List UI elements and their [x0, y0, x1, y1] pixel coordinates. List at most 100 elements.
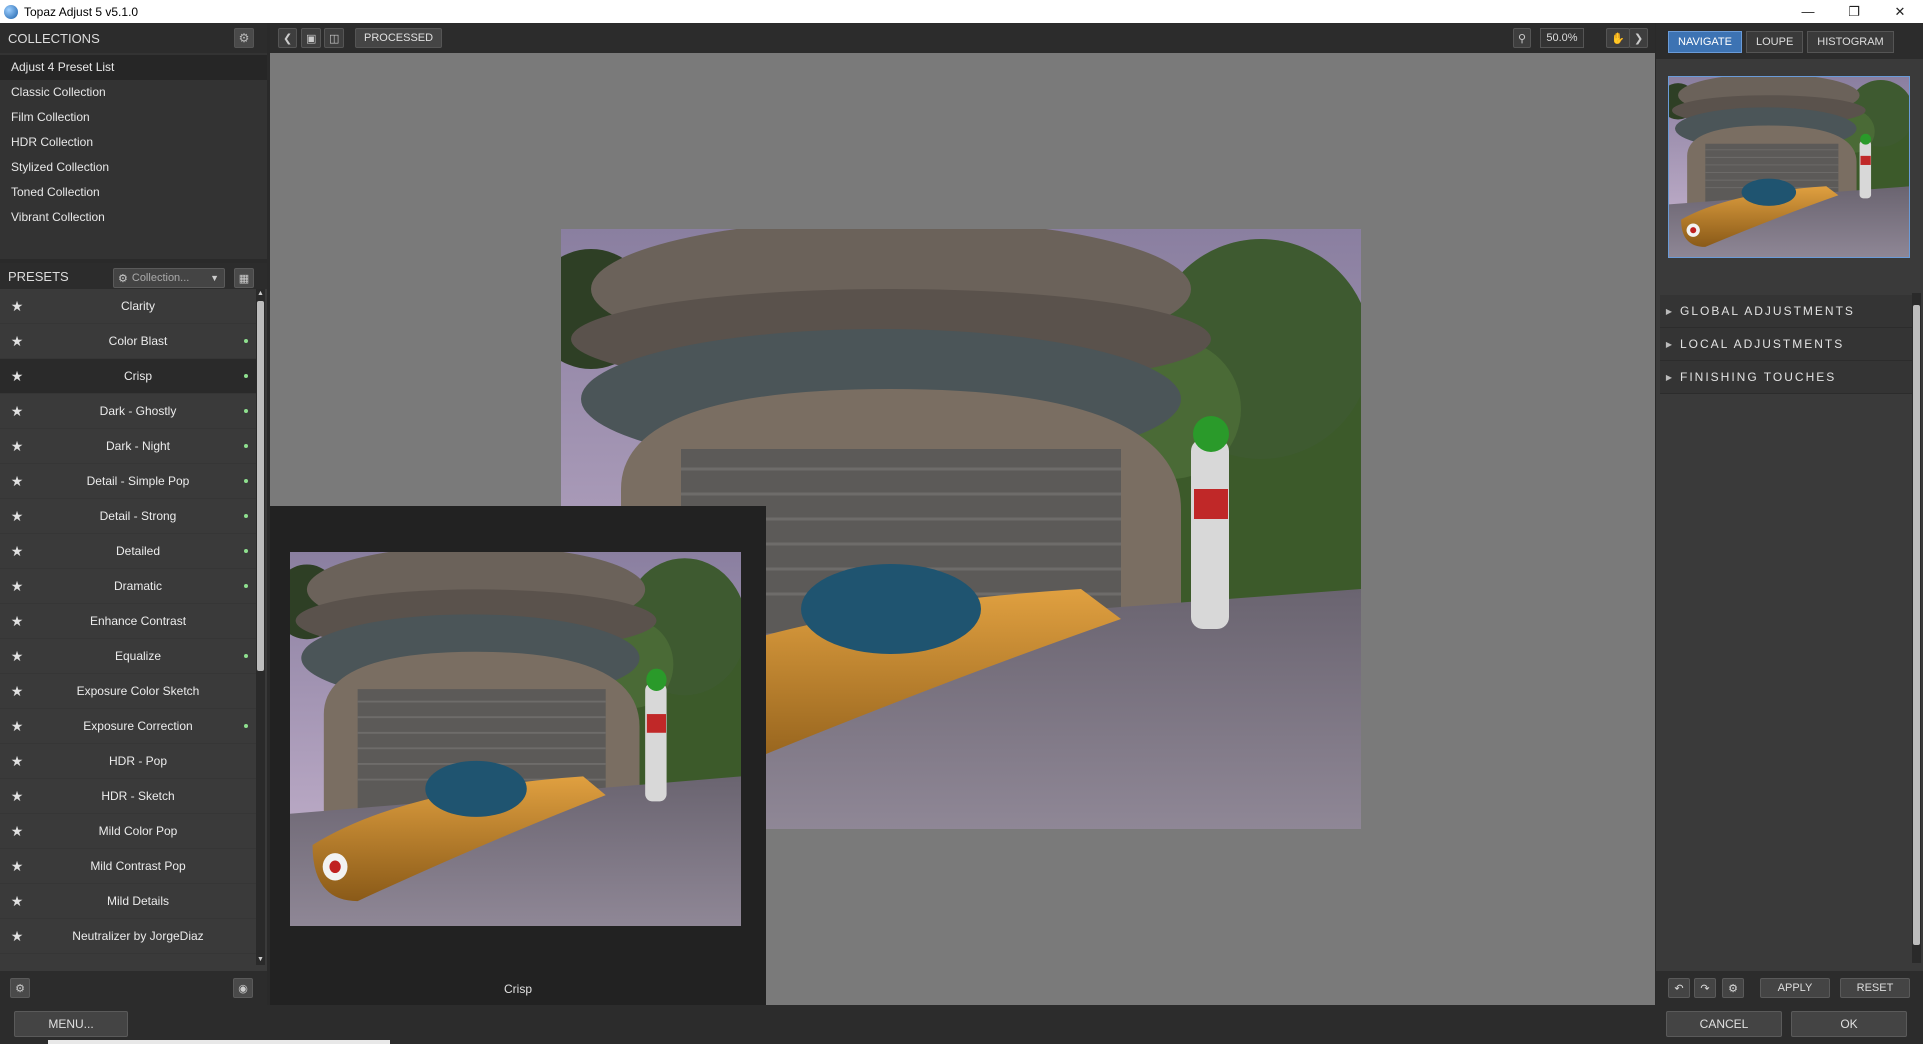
preset-item[interactable]: ★ Clarity	[0, 289, 256, 324]
tab-navigate[interactable]: NAVIGATE	[1668, 31, 1742, 53]
navigator-thumbnail[interactable]	[1668, 76, 1910, 258]
preset-item[interactable]: ★ Exposure Color Sketch	[0, 674, 256, 709]
favorite-star-icon[interactable]: ★	[0, 928, 34, 945]
collection-select-gear-icon: ⚙	[118, 272, 128, 285]
stamp-icon[interactable]: ⚙	[1722, 978, 1744, 998]
grid-view-icon[interactable]: ▦	[234, 268, 254, 288]
section-global-adjustments[interactable]: ▶ GLOBAL ADJUSTMENTS	[1660, 295, 1912, 328]
preset-item[interactable]: ★ Detail - Strong	[0, 499, 256, 534]
cancel-button[interactable]: CANCEL	[1666, 1011, 1782, 1037]
single-view-icon[interactable]: ▣	[301, 28, 322, 48]
presets-scrollbar[interactable]: ▲ ▼	[256, 289, 265, 965]
modified-indicator-icon	[244, 549, 248, 553]
camera-icon[interactable]: ◉	[233, 978, 253, 998]
adjustment-sections: ▶ GLOBAL ADJUSTMENTS ▶ LOCAL ADJUSTMENTS…	[1660, 295, 1912, 394]
favorite-star-icon[interactable]: ★	[0, 858, 34, 875]
scroll-thumb[interactable]	[257, 301, 264, 671]
favorite-star-icon[interactable]: ★	[0, 683, 34, 700]
modified-indicator-icon	[244, 514, 248, 518]
expand-triangle-icon: ▶	[1665, 372, 1675, 382]
collections-gear-icon[interactable]: ⚙	[234, 28, 254, 48]
scroll-up-icon[interactable]: ▲	[256, 289, 265, 299]
preset-item[interactable]: ★ Dramatic	[0, 569, 256, 604]
tab-loupe[interactable]: LOUPE	[1746, 31, 1804, 53]
preset-item[interactable]: ★ Neutralizer by JorgeDiaz	[0, 919, 256, 954]
modified-indicator-icon	[244, 479, 248, 483]
zoom-level[interactable]: 50.0%	[1540, 28, 1584, 48]
preset-item[interactable]: ★ Exposure Correction	[0, 709, 256, 744]
section-label: GLOBAL ADJUSTMENTS	[1680, 304, 1855, 318]
section-local-adjustments[interactable]: ▶ LOCAL ADJUSTMENTS	[1660, 328, 1912, 361]
collection-item[interactable]: Stylized Collection	[0, 155, 267, 180]
preset-item[interactable]: ★ Mild Contrast Pop	[0, 849, 256, 884]
favorite-star-icon[interactable]: ★	[0, 613, 34, 630]
favorite-star-icon[interactable]: ★	[0, 648, 34, 665]
redo-icon[interactable]: ↷	[1694, 978, 1716, 998]
preset-item[interactable]: ★ Dark - Night	[0, 429, 256, 464]
preset-item[interactable]: ★ HDR - Sketch	[0, 779, 256, 814]
close-icon[interactable]: ✕	[1877, 0, 1923, 23]
reset-button[interactable]: RESET	[1840, 978, 1910, 998]
preset-item[interactable]: ★ Crisp	[0, 359, 256, 394]
scroll-down-icon[interactable]: ▼	[256, 955, 265, 965]
preset-item[interactable]: ★ Color Blast	[0, 324, 256, 359]
apply-button[interactable]: APPLY	[1760, 978, 1830, 998]
collection-item[interactable]: Classic Collection	[0, 80, 267, 105]
collection-item[interactable]: Film Collection	[0, 105, 267, 130]
adjustments-scrollbar[interactable]	[1912, 293, 1921, 963]
collection-select[interactable]: ⚙ Collection... ▼	[113, 268, 225, 288]
preset-item[interactable]: ★ HDR - Pop	[0, 744, 256, 779]
favorite-star-icon[interactable]: ★	[0, 333, 34, 350]
favorite-star-icon[interactable]: ★	[0, 718, 34, 735]
undo-icon[interactable]: ↶	[1668, 978, 1690, 998]
section-finishing-touches[interactable]: ▶ FINISHING TOUCHES	[1660, 361, 1912, 394]
favorite-star-icon[interactable]: ★	[0, 438, 34, 455]
progress-strip	[48, 1040, 390, 1044]
collection-item[interactable]: Adjust 4 Preset List	[0, 55, 267, 80]
preset-item[interactable]: ★ Mild Color Pop	[0, 814, 256, 849]
collection-item[interactable]: Toned Collection	[0, 180, 267, 205]
favorite-star-icon[interactable]: ★	[0, 823, 34, 840]
expand-triangle-icon: ▶	[1665, 306, 1675, 316]
ok-button[interactable]: OK	[1791, 1011, 1907, 1037]
collection-item[interactable]: HDR Collection	[0, 130, 267, 155]
preset-item[interactable]: ★ Mild Details	[0, 884, 256, 919]
favorite-star-icon[interactable]: ★	[0, 893, 34, 910]
menu-button[interactable]: MENU...	[14, 1011, 128, 1037]
chevron-left-icon[interactable]: ❮	[278, 28, 298, 48]
favorite-star-icon[interactable]: ★	[0, 578, 34, 595]
modified-indicator-icon	[244, 584, 248, 588]
favorite-star-icon[interactable]: ★	[0, 543, 34, 560]
preset-preview-label: Crisp	[503, 982, 532, 996]
tab-histogram[interactable]: HISTOGRAM	[1807, 31, 1894, 53]
zoom-search-icon[interactable]: ⚲	[1513, 28, 1532, 48]
collection-item[interactable]: Vibrant Collection	[0, 205, 267, 230]
favorite-star-icon[interactable]: ★	[0, 788, 34, 805]
favorite-star-icon[interactable]: ★	[0, 298, 34, 315]
preset-item[interactable]: ★ Equalize	[0, 639, 256, 674]
settings-gear-icon[interactable]: ⚙	[10, 978, 30, 998]
split-view-icon[interactable]: ◫	[324, 28, 345, 48]
preview-toolbar: ❮ ▣ ◫ PROCESSED ⚲ 50.0% ✋ ❯	[270, 23, 1655, 53]
preset-item[interactable]: ★ Detailed	[0, 534, 256, 569]
preset-name: Dark - Night	[105, 439, 170, 453]
preview-canvas[interactable]: Crisp	[270, 53, 1655, 1005]
hand-tool-icon[interactable]: ✋	[1606, 28, 1630, 48]
scroll-thumb[interactable]	[1913, 305, 1920, 945]
collections-list: Adjust 4 Preset List Classic Collection …	[0, 53, 267, 259]
favorite-star-icon[interactable]: ★	[0, 403, 34, 420]
restore-icon[interactable]: ❐	[1831, 0, 1877, 23]
preset-name: HDR - Pop	[108, 754, 167, 768]
minimize-icon[interactable]: —	[1785, 0, 1831, 23]
processed-button[interactable]: PROCESSED	[355, 28, 443, 48]
preset-item[interactable]: ★ Enhance Contrast	[0, 604, 256, 639]
preset-item[interactable]: ★ Detail - Simple Pop	[0, 464, 256, 499]
favorite-star-icon[interactable]: ★	[0, 368, 34, 385]
preset-item[interactable]: ★ Dark - Ghostly	[0, 394, 256, 429]
favorite-star-icon[interactable]: ★	[0, 473, 34, 490]
favorite-star-icon[interactable]: ★	[0, 753, 34, 770]
chevron-right-icon[interactable]: ❯	[1629, 28, 1649, 48]
modified-indicator-icon	[244, 374, 248, 378]
preset-name: Detailed	[115, 544, 161, 558]
favorite-star-icon[interactable]: ★	[0, 508, 34, 525]
